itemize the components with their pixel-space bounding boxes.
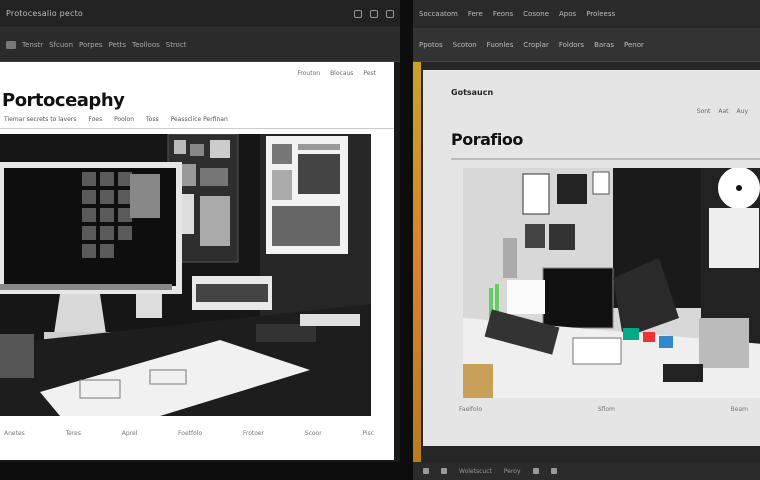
nav-item[interactable]: Sont	[697, 108, 711, 115]
menu-item[interactable]: Fere	[468, 10, 483, 18]
left-toolbar: Tenstr Sfcuon Porpes Petts Teolloos Stro…	[0, 28, 400, 62]
toolbar-tab[interactable]: Baras	[594, 41, 614, 49]
toolbar-tab[interactable]: Foldors	[559, 41, 584, 49]
menu-icon[interactable]	[6, 40, 16, 49]
menu-item[interactable]: Soccaatom	[419, 10, 458, 18]
toolbar-tab[interactable]: Croplar	[523, 41, 548, 49]
menu-item[interactable]: Proleess	[586, 10, 615, 18]
page-title: Portoceaphy	[2, 90, 125, 111]
info-icon[interactable]	[354, 9, 362, 18]
subline-item[interactable]: Poolon	[114, 116, 134, 123]
left-window: Protocesalio pecto Tenstr Sfcuon Porpes …	[0, 0, 400, 462]
left-bottom-bar	[0, 462, 400, 480]
menu-item[interactable]: Apos	[559, 10, 576, 18]
right-page-nav: Sont Aat Auy	[697, 108, 748, 115]
nav-item[interactable]: Blocaus	[330, 70, 353, 77]
subline-item: Tiemar secrets to lavers	[4, 116, 77, 123]
footer-link[interactable]: Scoor	[305, 430, 322, 437]
left-window-title: Protocesalio pecto	[6, 9, 84, 18]
page-title: Porafioo	[451, 130, 523, 149]
left-page-nav: Frouton Blocaus Pest	[297, 70, 376, 77]
toolbar-item[interactable]: Petts	[109, 41, 126, 49]
taskbar-label[interactable]: Peroy	[504, 468, 521, 475]
footer-link[interactable]: Sflom	[598, 406, 615, 413]
toolbar-item[interactable]: Stroct	[166, 41, 187, 49]
subline-item[interactable]: Toss	[146, 116, 159, 123]
toolbar-item[interactable]: Tenstr	[22, 41, 43, 49]
divider	[451, 158, 760, 160]
app-icon[interactable]	[550, 468, 557, 474]
footer-link[interactable]: Frotoer	[243, 430, 264, 437]
page-label: Gotsaucn	[451, 88, 494, 97]
subline-item[interactable]: Foes	[88, 116, 102, 123]
app-icon[interactable]	[532, 468, 539, 474]
app-icon[interactable]	[423, 468, 429, 474]
footer-link[interactable]: Pisc	[362, 430, 374, 437]
accent-strip	[413, 62, 421, 462]
hero-image-desk	[0, 134, 371, 416]
menu-item[interactable]: Feons	[493, 10, 513, 18]
footer-link[interactable]: Anetes	[4, 430, 25, 437]
taskbar-label[interactable]: Woletscuct	[459, 468, 492, 475]
left-page: Frouton Blocaus Pest Portoceaphy Tiemar …	[0, 62, 394, 460]
nav-item[interactable]: Auy	[737, 108, 748, 115]
nav-item[interactable]: Pest	[363, 70, 376, 77]
footer-link[interactable]: Teres	[66, 430, 82, 437]
footer-link[interactable]: Foetfolo	[178, 430, 202, 437]
right-titlebar: Soccaatom Fere Feons Cosone Apos Prolees…	[413, 0, 760, 28]
footer-link[interactable]: Beam	[731, 406, 748, 413]
right-page: Gotsaucn Sont Aat Auy Porafioo Faelfolo …	[423, 70, 760, 446]
right-page-footer: Faelfolo Sflom Beam	[459, 406, 748, 413]
left-page-footer: Anetes Teres Aprel Foetfolo Frotoer Scoo…	[4, 430, 374, 437]
close-icon[interactable]	[386, 9, 394, 18]
toolbar-item[interactable]: Porpes	[79, 41, 103, 49]
toolbar-tab[interactable]: Penor	[624, 41, 644, 49]
divider	[0, 128, 394, 129]
toolbar-item[interactable]: Sfcuon	[49, 41, 73, 49]
toolbar-tab[interactable]: Ppotos	[419, 41, 443, 49]
page-subline: Tiemar secrets to lavers Foes Poolon Tos…	[4, 116, 228, 123]
taskbar: Woletscuct Peroy	[413, 462, 760, 480]
footer-link[interactable]: Aprel	[122, 430, 138, 437]
left-titlebar: Protocesalio pecto	[0, 0, 400, 28]
toolbar-item[interactable]: Teolloos	[132, 41, 160, 49]
toolbar-tab[interactable]: Fuonles	[487, 41, 514, 49]
nav-item[interactable]: Frouton	[297, 70, 320, 77]
toolbar-tab[interactable]: Scoton	[453, 41, 477, 49]
app-icon[interactable]	[441, 468, 447, 474]
minimize-icon[interactable]	[370, 9, 378, 18]
nav-item[interactable]: Aat	[718, 108, 728, 115]
footer-link[interactable]: Faelfolo	[459, 406, 482, 413]
subline-item[interactable]: Peassclice Perfinan	[171, 116, 228, 123]
right-toolbar: Ppotos Scoton Fuonles Croplar Foldors Ba…	[413, 28, 760, 62]
hero-image-studio	[463, 168, 760, 398]
dual-window-screen: Protocesalio pecto Tenstr Sfcuon Porpes …	[0, 0, 760, 480]
menu-item[interactable]: Cosone	[523, 10, 549, 18]
right-window: Soccaatom Fere Feons Cosone Apos Prolees…	[413, 0, 760, 480]
left-window-controls	[354, 9, 394, 18]
